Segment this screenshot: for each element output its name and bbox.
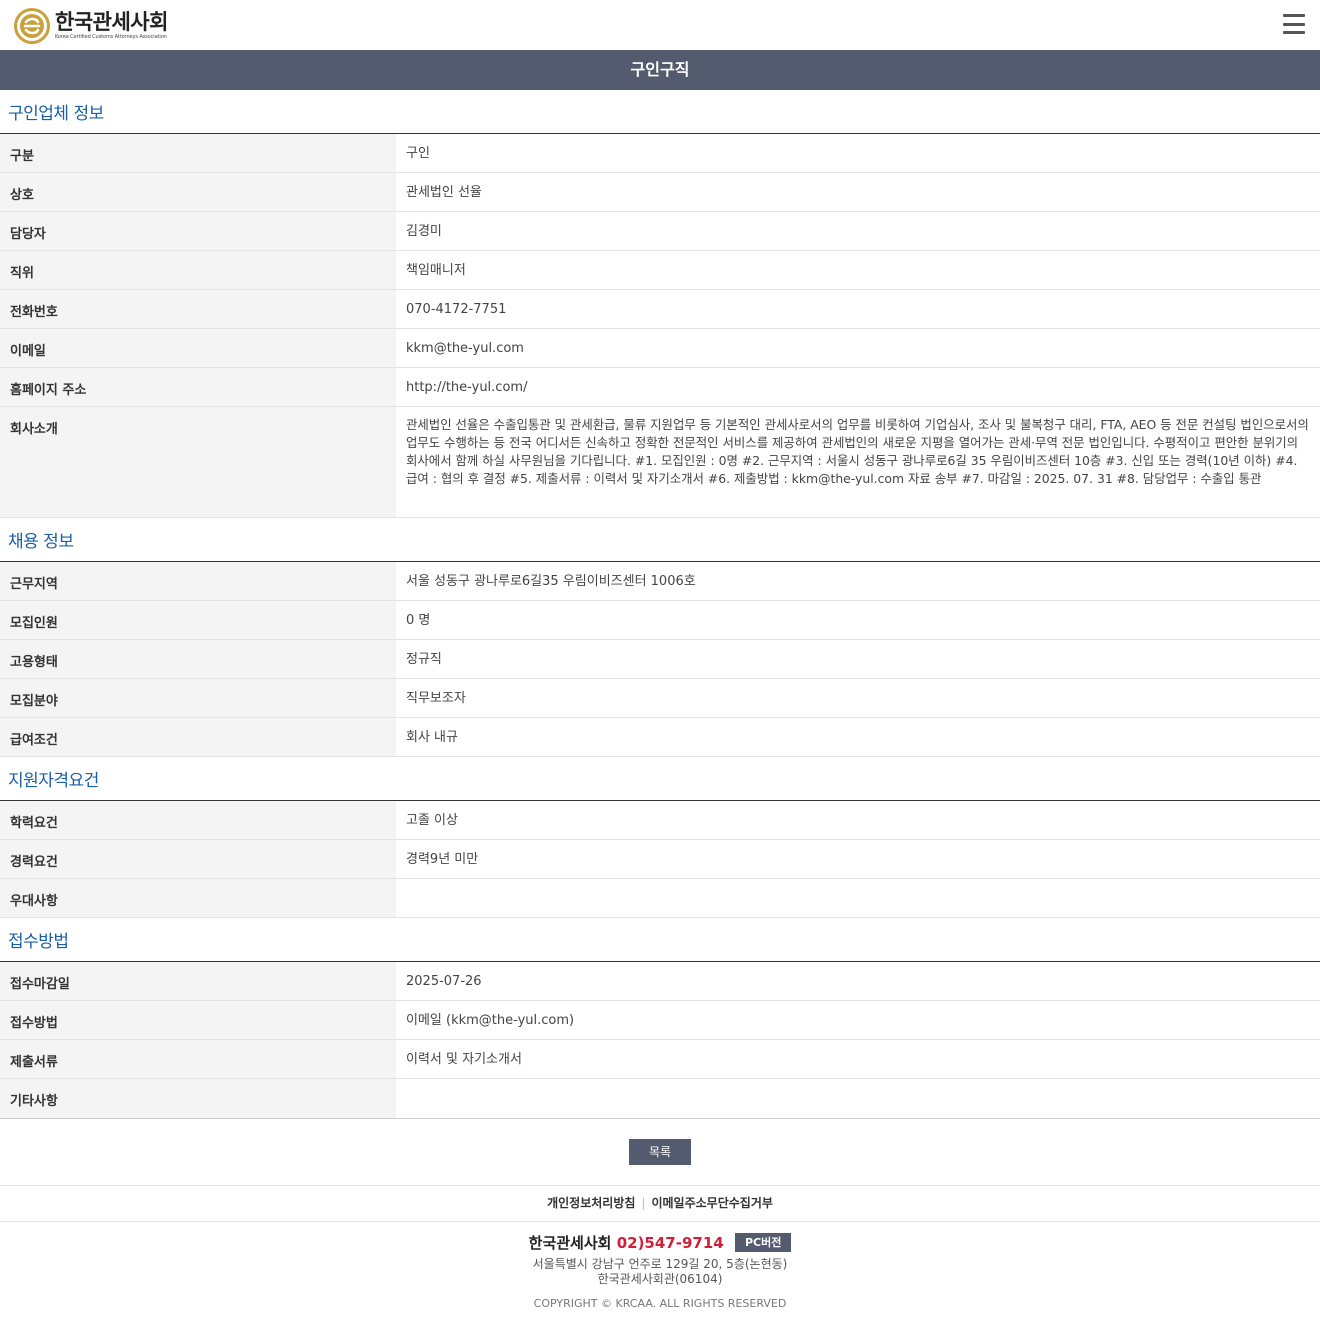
table-row: 이메일 kkm@the-yul.com xyxy=(0,329,1320,368)
row-label: 기타사항 xyxy=(0,1079,396,1118)
org-name: 한국관세사회 xyxy=(528,1234,612,1252)
section-title: 채용 정보 xyxy=(8,532,74,552)
section-company-info: 구인업체 정보 xyxy=(0,90,1320,134)
row-label: 이메일 xyxy=(0,329,396,367)
table-row: 급여조건 회사 내규 xyxy=(0,718,1320,757)
table-row: 접수마감일 2025-07-26 xyxy=(0,962,1320,1001)
table-row: 제출서류 이력서 및 자기소개서 xyxy=(0,1040,1320,1079)
row-value: 김경미 xyxy=(406,224,442,239)
row-value: 2025-07-26 xyxy=(406,974,482,989)
address-line: 한국관세사회관(06104) xyxy=(597,1272,723,1286)
table-row: 구분 구인 xyxy=(0,134,1320,173)
table-row: 경력요건 경력9년 미만 xyxy=(0,840,1320,879)
company-intro-text: 관세법인 선율은 수출입통관 및 관세환급, 물류 지원업무 등 기본적인 관세… xyxy=(406,417,1309,486)
table-row: 회사소개 관세법인 선율은 수출입통관 및 관세환급, 물류 지원업무 등 기본… xyxy=(0,407,1320,518)
row-label: 급여조건 xyxy=(0,718,396,756)
table-row: 고용형태 정규직 xyxy=(0,640,1320,679)
table-row: 상호 관세법인 선율 xyxy=(0,173,1320,212)
site-header: 한국관세사회 Korea Certified Customs Attorneys… xyxy=(0,0,1320,50)
row-value: 070-4172-7751 xyxy=(406,302,507,317)
row-value: 회사 내규 xyxy=(406,730,458,745)
table-row: 모집분야 직무보조자 xyxy=(0,679,1320,718)
row-value: 직무보조자 xyxy=(406,691,466,706)
row-value: kkm@the-yul.com xyxy=(406,341,524,356)
list-button[interactable]: 목록 xyxy=(629,1139,691,1165)
row-label: 홈페이지 주소 xyxy=(0,368,396,406)
row-value: 고졸 이상 xyxy=(406,813,458,828)
row-label: 전화번호 xyxy=(0,290,396,328)
row-label: 경력요건 xyxy=(0,840,396,878)
page-title: 구인구직 xyxy=(0,50,1320,90)
logo-emblem-icon xyxy=(14,8,50,44)
table-row: 접수방법 이메일 (kkm@the-yul.com) xyxy=(0,1001,1320,1040)
org-phone: 02)547-9714 xyxy=(616,1234,724,1252)
table-row: 모집인원 0 명 xyxy=(0,601,1320,640)
row-value: 경력9년 미만 xyxy=(406,852,479,867)
row-label: 모집인원 xyxy=(0,601,396,639)
row-label: 구분 xyxy=(0,134,396,172)
table-row: 전화번호 070-4172-7751 xyxy=(0,290,1320,329)
row-label: 접수마감일 xyxy=(0,962,396,1000)
table-row: 근무지역 서울 성동구 광나루로6길35 우림이비즈센터 1006호 xyxy=(0,562,1320,601)
row-value: 책임매니저 xyxy=(406,263,466,278)
email-refusal-link[interactable]: 이메일주소무단수집거부 xyxy=(651,1196,772,1210)
section-application: 접수방법 xyxy=(0,918,1320,962)
row-label: 제출서류 xyxy=(0,1040,396,1078)
section-qualifications: 지원자격요건 xyxy=(0,757,1320,801)
logo-subtitle: Korea Certified Customs Attorneys Associ… xyxy=(55,34,167,40)
row-value: 구인 xyxy=(406,146,430,161)
footer-address: 서울특별시 강남구 언주로 129길 20, 5층(논현동) 한국관세사회관(0… xyxy=(0,1257,1320,1287)
section-job-info: 채용 정보 xyxy=(0,518,1320,562)
table-row: 홈페이지 주소 http://the-yul.com/ xyxy=(0,368,1320,407)
row-value: 이메일 (kkm@the-yul.com) xyxy=(406,1013,575,1028)
section-title: 지원자격요건 xyxy=(8,771,99,791)
row-value xyxy=(396,879,1320,917)
row-label: 상호 xyxy=(0,173,396,211)
row-label: 회사소개 xyxy=(0,407,396,517)
row-value: 정규직 xyxy=(406,652,442,667)
table-row: 직위 책임매니저 xyxy=(0,251,1320,290)
pc-version-button[interactable]: PC버전 xyxy=(734,1233,792,1252)
row-label: 직위 xyxy=(0,251,396,289)
copyright: COPYRIGHT © KRCAA. ALL RIGHTS RESERVED xyxy=(533,1297,787,1310)
row-label: 근무지역 xyxy=(0,562,396,600)
table-row: 학력요건 고졸 이상 xyxy=(0,801,1320,840)
row-value: 관세법인 선율 xyxy=(406,185,482,200)
section-title: 구인업체 정보 xyxy=(8,104,104,124)
row-value xyxy=(396,1079,1320,1118)
table-row: 우대사항 xyxy=(0,879,1320,918)
site-logo[interactable]: 한국관세사회 Korea Certified Customs Attorneys… xyxy=(14,8,168,44)
row-value: http://the-yul.com/ xyxy=(406,380,528,395)
row-label: 접수방법 xyxy=(0,1001,396,1039)
table-row: 기타사항 xyxy=(0,1079,1320,1119)
logo-title: 한국관세사회 xyxy=(55,10,168,34)
privacy-policy-link[interactable]: 개인정보처리방침 xyxy=(547,1196,635,1210)
row-value: 서울 성동구 광나루로6길35 우림이비즈센터 1006호 xyxy=(406,574,696,589)
section-title: 접수방법 xyxy=(8,932,69,952)
link-separator: | xyxy=(641,1196,646,1210)
table-row: 담당자 김경미 xyxy=(0,212,1320,251)
row-label: 우대사항 xyxy=(0,879,396,917)
row-value: 이력서 및 자기소개서 xyxy=(406,1052,522,1067)
hamburger-menu-icon[interactable] xyxy=(1281,13,1307,35)
address-line: 서울특별시 강남구 언주로 129길 20, 5층(논현동) xyxy=(532,1257,788,1271)
footer-org: 한국관세사회 02)547-9714 PC버전 xyxy=(0,1232,1320,1254)
row-label: 담당자 xyxy=(0,212,396,250)
row-value: 0 명 xyxy=(406,613,431,628)
row-label: 모집분야 xyxy=(0,679,396,717)
row-label: 학력요건 xyxy=(0,801,396,839)
footer-links: 개인정보처리방침 | 이메일주소무단수집거부 xyxy=(0,1185,1320,1222)
row-label: 고용형태 xyxy=(0,640,396,678)
